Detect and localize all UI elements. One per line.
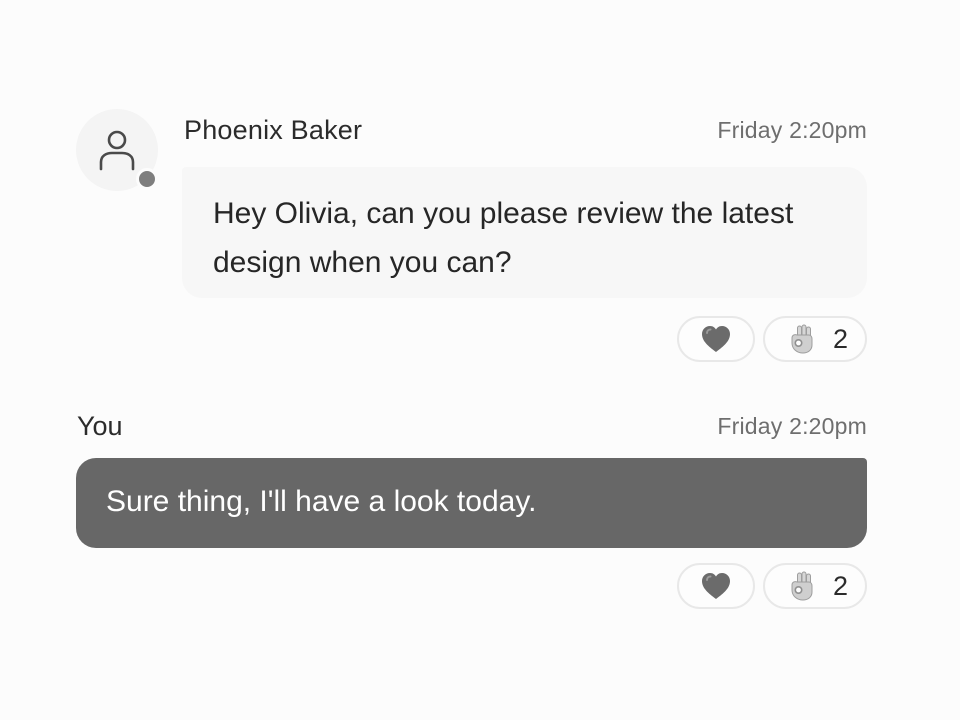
reaction-heart-button[interactable]: [677, 563, 755, 609]
message-bubble[interactable]: Sure thing, I'll have a look today.: [76, 458, 867, 548]
ok-hand-icon: [791, 324, 813, 354]
reaction-count: 2: [833, 323, 849, 354]
heart-icon: [702, 573, 730, 599]
message-bubble[interactable]: Hey Olivia, can you please review the la…: [182, 167, 867, 298]
reaction-ok-hand-button[interactable]: 2: [763, 316, 867, 362]
message-timestamp: Friday 2:20pm: [717, 117, 867, 143]
reaction-count: 2: [833, 570, 849, 601]
sender-name: You: [77, 411, 123, 441]
reaction-ok-hand-button[interactable]: 2: [763, 563, 867, 609]
message-timestamp: Friday 2:20pm: [717, 413, 867, 439]
reaction-heart-button[interactable]: [677, 316, 755, 362]
online-status-dot: [136, 168, 158, 190]
user-icon: [99, 130, 135, 171]
heart-icon: [702, 326, 730, 352]
sender-name: Phoenix Baker: [184, 115, 363, 145]
ok-hand-icon: [791, 571, 813, 601]
